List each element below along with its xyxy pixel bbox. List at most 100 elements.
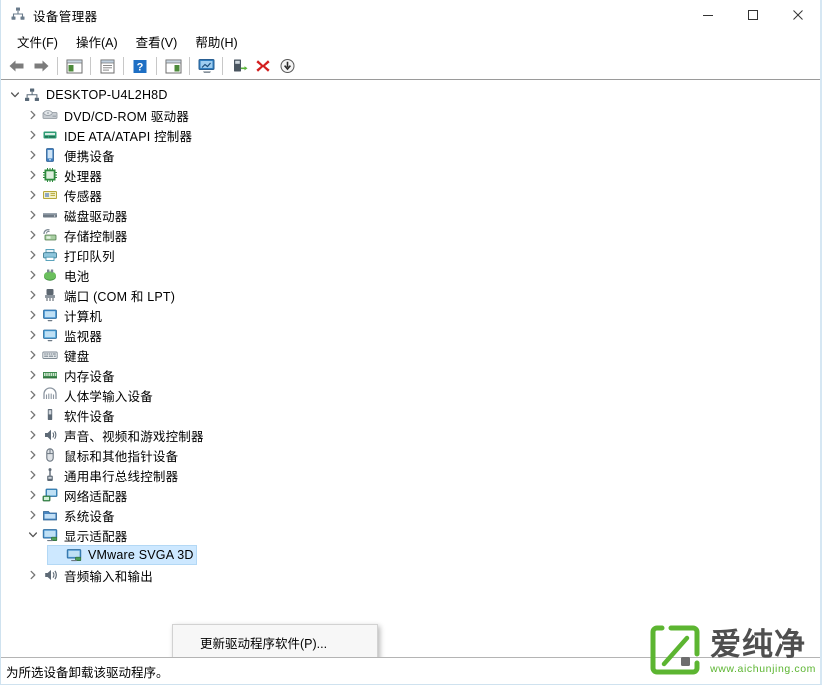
chevron-right-icon[interactable]	[25, 225, 41, 245]
chevron-right-icon[interactable]	[25, 405, 41, 425]
ctx-update-driver[interactable]: 更新驱动程序软件(P)...	[173, 628, 377, 657]
chevron-right-icon[interactable]	[25, 505, 41, 525]
tree-item-label: 软件设备	[64, 409, 115, 424]
tree-item[interactable]: DVD/CD-ROM 驱动器	[1, 105, 820, 125]
forward-icon[interactable]	[29, 55, 53, 78]
tree-item[interactable]: 人体学输入设备	[1, 385, 820, 405]
sound-controller-icon	[41, 426, 59, 444]
network-adapter-icon	[41, 486, 59, 504]
separator	[57, 57, 58, 75]
tree-item[interactable]: 内存设备	[1, 365, 820, 385]
chevron-right-icon[interactable]	[25, 365, 41, 385]
help-icon[interactable]: ?	[128, 55, 152, 78]
tree-item-label: 键盘	[64, 349, 90, 364]
menu-file[interactable]: 文件(F)	[8, 30, 67, 54]
tree-item[interactable]: 鼠标和其他指针设备	[1, 445, 820, 465]
device-manager-icon	[10, 6, 26, 25]
show-hide-tree-icon[interactable]	[62, 55, 86, 78]
tree-item[interactable]: 传感器	[1, 185, 820, 205]
chevron-right-icon[interactable]	[25, 245, 41, 265]
battery-icon	[41, 266, 59, 284]
tree-item-label: 鼠标和其他指针设备	[64, 449, 179, 464]
sensor-icon	[41, 186, 59, 204]
tree-item[interactable]: 计算机	[1, 305, 820, 325]
separator	[156, 57, 157, 75]
tree-item[interactable]: 监视器	[1, 325, 820, 345]
monitor-icon	[41, 326, 59, 344]
chevron-right-icon[interactable]	[25, 185, 41, 205]
view-details-icon[interactable]	[161, 55, 185, 78]
chevron-right-icon[interactable]	[25, 165, 41, 185]
tree-item[interactable]: 处理器	[1, 165, 820, 185]
tree-item[interactable]: 声音、视频和游戏控制器	[1, 425, 820, 445]
software-device-icon	[41, 406, 59, 424]
separator	[123, 57, 124, 75]
chevron-right-icon[interactable]	[25, 305, 41, 325]
memory-device-icon	[41, 366, 59, 384]
uninstall-device-icon[interactable]	[251, 55, 275, 78]
chevron-right-icon[interactable]	[25, 425, 41, 445]
chevron-right-icon[interactable]	[25, 145, 41, 165]
chevron-right-icon[interactable]	[25, 385, 41, 405]
tree-item[interactable]: 存储控制器	[1, 225, 820, 245]
status-bar-text: 为所选设备卸载该驱动程序。	[6, 665, 169, 680]
tree-item-selected[interactable]: VMware SVGA 3D	[1, 545, 820, 565]
tree-item-label: 计算机	[64, 309, 103, 324]
context-menu[interactable]: 更新驱动程序软件(P)...禁用(D)卸载(U)扫描检测硬件改动(A)属性(R)	[172, 624, 378, 658]
chevron-right-icon[interactable]	[25, 485, 41, 505]
tree-item[interactable]: 便携设备	[1, 145, 820, 165]
menu-view[interactable]: 查看(V)	[127, 30, 187, 54]
chevron-right-icon[interactable]	[25, 205, 41, 225]
menu-action[interactable]: 操作(A)	[67, 30, 127, 54]
separator	[90, 57, 91, 75]
tree-item[interactable]: 音频输入和输出	[1, 565, 820, 585]
tree-item[interactable]: 网络适配器	[1, 485, 820, 505]
menu-help[interactable]: 帮助(H)	[186, 30, 246, 54]
properties-icon[interactable]	[95, 55, 119, 78]
maximize-button[interactable]	[730, 0, 775, 30]
chevron-right-icon[interactable]	[25, 265, 41, 285]
chevron-right-icon[interactable]	[25, 105, 41, 125]
back-icon[interactable]	[5, 55, 29, 78]
processor-icon	[41, 166, 59, 184]
tree-item[interactable]: IDE ATA/ATAPI 控制器	[1, 125, 820, 145]
device-tree-pane[interactable]: DESKTOP-U4L2H8D DVD/CD-ROM 驱动器 IDE ATA/A…	[1, 80, 820, 658]
chevron-right-icon[interactable]	[25, 125, 41, 145]
update-driver-icon[interactable]	[227, 55, 251, 78]
chevron-right-icon[interactable]	[25, 285, 41, 305]
menu-bar: 文件(F) 操作(A) 查看(V) 帮助(H)	[1, 30, 820, 53]
tree-item-label: 打印队列	[64, 249, 115, 264]
tree-item[interactable]: DESKTOP-U4L2H8D	[1, 85, 820, 105]
tree-item[interactable]: 电池	[1, 265, 820, 285]
chevron-right-icon[interactable]	[25, 325, 41, 345]
scan-hardware-icon[interactable]	[194, 55, 218, 78]
tree-item[interactable]: 系统设备	[1, 505, 820, 525]
tree-item[interactable]: 打印队列	[1, 245, 820, 265]
tree-item[interactable]: 通用串行总线控制器	[1, 465, 820, 485]
window-title: 设备管理器	[33, 9, 98, 24]
computer-root-icon	[23, 86, 41, 104]
tree-item[interactable]: 软件设备	[1, 405, 820, 425]
tree-item[interactable]: 磁盘驱动器	[1, 205, 820, 225]
chevron-right-icon[interactable]	[25, 465, 41, 485]
tree-item[interactable]: 显示适配器	[1, 525, 820, 545]
chevron-right-icon[interactable]	[25, 565, 41, 585]
close-button[interactable]	[775, 0, 820, 30]
toolbar: ?	[1, 53, 820, 80]
tree-item-label: 声音、视频和游戏控制器	[64, 429, 204, 444]
disable-device-icon[interactable]	[275, 55, 299, 78]
separator	[189, 57, 190, 75]
ctx-disable[interactable]: 禁用(D)	[173, 657, 377, 658]
tree-item-label: 通用串行总线控制器	[64, 469, 179, 484]
tree-item-label: 传感器	[64, 189, 103, 204]
minimize-button[interactable]	[685, 0, 730, 30]
mouse-icon	[41, 446, 59, 464]
chevron-right-icon[interactable]	[25, 445, 41, 465]
status-bar: 为所选设备卸载该驱动程序。	[1, 658, 820, 684]
tree-item[interactable]: 端口 (COM 和 LPT)	[1, 285, 820, 305]
chevron-down-icon[interactable]	[25, 525, 41, 545]
tree-item[interactable]: 键盘	[1, 345, 820, 365]
tree-item-label: DESKTOP-U4L2H8D	[46, 88, 168, 102]
chevron-down-icon[interactable]	[7, 85, 23, 105]
chevron-right-icon[interactable]	[25, 345, 41, 365]
